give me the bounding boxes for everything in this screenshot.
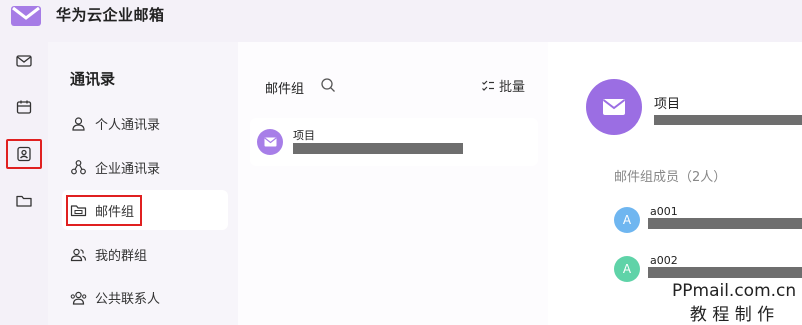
member-name: a002 (650, 254, 678, 267)
mail-logo-icon (11, 6, 41, 26)
public-contacts-icon (70, 291, 87, 305)
nav-item-label: 我的群组 (95, 248, 148, 264)
nav-item-enterprise-contacts[interactable]: 企业通讯录 (62, 147, 228, 187)
mail-icon (16, 55, 32, 67)
calendar-icon (16, 100, 32, 114)
rail-contacts-button[interactable] (6, 139, 42, 169)
nav-item-personal-contacts[interactable]: 个人通讯录 (62, 103, 228, 143)
contacts-icon (17, 146, 31, 162)
envelope-icon (263, 137, 277, 147)
group-name: 项目 (654, 97, 681, 112)
contacts-nav: 通讯录 个人通讯录 企业通讯录 邮件组 我的群组 公共联系人 (48, 42, 238, 325)
watermark: PPmail.com.cn 教 程 制 作 (672, 279, 797, 325)
nav-item-label: 邮件组 (95, 204, 135, 220)
member-row[interactable]: A a001 (614, 205, 802, 237)
mail-group-name: 项目 (293, 129, 315, 142)
envelope-icon (602, 99, 626, 115)
rail-calendar-button[interactable] (6, 92, 42, 122)
org-icon (71, 159, 86, 174)
folder-icon (16, 195, 32, 207)
folder-group-icon (70, 204, 87, 216)
group-icon (70, 248, 87, 261)
batch-select-icon (482, 80, 494, 91)
mail-group-list: 邮件组 批量 项目 (238, 42, 548, 325)
redacted-email (293, 143, 463, 154)
members-title: 邮件组成员（2人） (614, 170, 727, 185)
mail-group-row[interactable]: 项目 (250, 118, 538, 166)
list-title: 邮件组 (265, 82, 305, 97)
nav-item-mail-groups[interactable]: 邮件组 (62, 190, 228, 230)
redacted-email (648, 267, 802, 278)
nav-item-public-contacts[interactable]: 公共联系人 (62, 277, 228, 317)
member-avatar: A (614, 256, 640, 282)
nav-item-my-groups[interactable]: 我的群组 (62, 234, 228, 274)
nav-item-label: 公共联系人 (95, 291, 161, 307)
nav-item-label: 企业通讯录 (95, 161, 161, 177)
member-avatar: A (614, 207, 640, 233)
app-title: 华为云企业邮箱 (56, 6, 165, 24)
rail-folder-button[interactable] (6, 186, 42, 216)
watermark-line2: 教 程 制 作 (689, 305, 775, 325)
redacted-email (648, 218, 802, 229)
member-name: a001 (650, 205, 678, 218)
nav-item-label: 个人通讯录 (95, 117, 161, 133)
redacted-email (654, 115, 802, 125)
title-bar: 华为云企业邮箱 (0, 0, 802, 42)
icon-rail (0, 42, 48, 325)
batch-button[interactable]: 批量 (481, 76, 525, 95)
group-avatar (586, 79, 642, 135)
rail-mail-button[interactable] (6, 46, 42, 76)
nav-heading: 通讯录 (70, 70, 116, 88)
watermark-line1: PPmail.com.cn (672, 281, 797, 301)
mail-group-avatar (257, 129, 283, 155)
mail-groups-highlight: 邮件组 (66, 194, 143, 226)
batch-label: 批量 (499, 80, 526, 95)
person-icon (72, 116, 85, 131)
search-icon[interactable] (320, 77, 336, 93)
